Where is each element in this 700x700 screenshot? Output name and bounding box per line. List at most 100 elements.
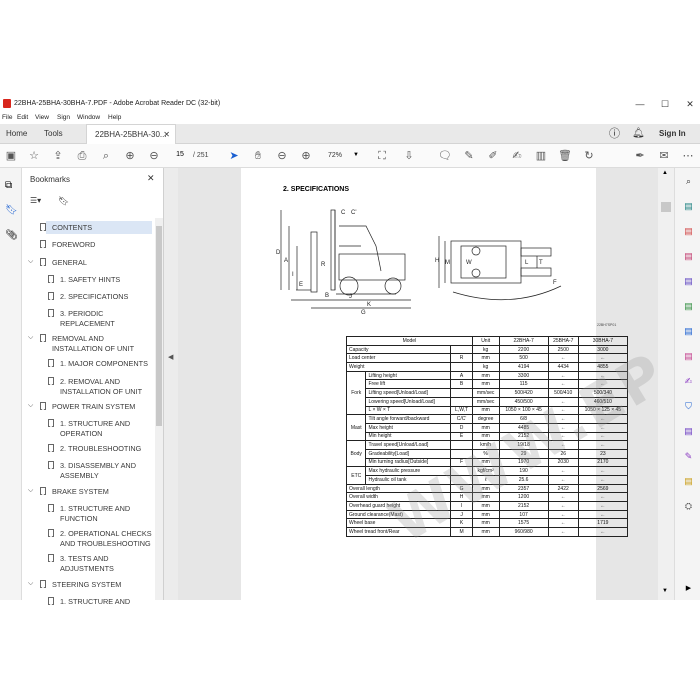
- expand-rail-icon[interactable]: ▶: [683, 583, 694, 594]
- menu-edit[interactable]: Edit: [17, 114, 28, 121]
- comment-tool-icon[interactable]: ✎: [683, 451, 694, 462]
- search-tool-icon[interactable]: ⌕: [683, 176, 694, 187]
- edit-pdf-icon[interactable]: ▤: [683, 251, 694, 262]
- redact-icon[interactable]: ▤: [683, 351, 694, 362]
- scroll-down-icon[interactable]: ▼: [662, 588, 668, 594]
- chevron-down-icon[interactable]: ⌵: [28, 334, 33, 342]
- bookmark-removal-installation-unit[interactable]: 2. REMOVAL AND INSTALLATION OF UNIT: [60, 377, 152, 397]
- collapse-panel-icon[interactable]: ◀: [168, 353, 173, 361]
- create-pdf-icon[interactable]: ▤: [683, 226, 694, 237]
- zoom-level-select[interactable]: 72%: [328, 152, 342, 159]
- rich-media-icon[interactable]: ▤: [683, 476, 694, 487]
- bookmarks-title: Bookmarks: [30, 175, 71, 184]
- more-tools-rail-icon[interactable]: ⛭: [683, 501, 694, 512]
- highlight-icon[interactable]: ✐: [486, 149, 500, 163]
- table-cell: mm: [471, 379, 500, 390]
- close-window-button[interactable]: ✕: [680, 97, 700, 111]
- comment-icon[interactable]: 🗨︎: [438, 149, 452, 163]
- attachments-icon[interactable]: 📎︎: [5, 230, 18, 241]
- bookmark-contents[interactable]: CONTENTS: [52, 223, 92, 233]
- menu-file[interactable]: File: [2, 114, 12, 121]
- delete-icon[interactable]: 🗑︎: [558, 149, 572, 163]
- upload-icon[interactable]: ⇪: [51, 149, 65, 163]
- find-bookmark-icon[interactable]: 🔖︎: [58, 196, 69, 207]
- bookmarks-scrollbar[interactable]: [155, 218, 163, 600]
- close-tab-icon[interactable]: ✕: [163, 125, 170, 145]
- scroll-up-icon[interactable]: ▲: [662, 170, 668, 176]
- send-review-icon[interactable]: ▤: [683, 326, 694, 337]
- chevron-down-icon[interactable]: ⌵: [28, 402, 33, 410]
- bookmark-safety-hints[interactable]: 1. SAFETY HINTS: [60, 275, 120, 285]
- menu-sign[interactable]: Sign: [57, 114, 70, 121]
- bookmark-power-train[interactable]: POWER TRAIN SYSTEM: [52, 402, 135, 412]
- stamp-icon[interactable]: ▥: [534, 149, 548, 163]
- chevron-down-icon[interactable]: ⌵: [28, 487, 33, 495]
- zoom-out-icon[interactable]: ⊖: [275, 149, 289, 163]
- menu-window[interactable]: Window: [77, 114, 100, 121]
- bookmark-removal-installation[interactable]: REMOVAL AND INSTALLATION OF UNIT: [52, 334, 144, 354]
- bookmark-troubleshooting[interactable]: 2. TROUBLESHOOTING: [60, 444, 141, 454]
- tab-home[interactable]: Home: [6, 124, 27, 144]
- panel-splitter[interactable]: ◀: [164, 168, 178, 600]
- page-thumbnails-icon[interactable]: ⧉: [5, 180, 12, 191]
- bookmark-operational-checks[interactable]: 2. OPERATIONAL CHECKS AND TROUBLESHOOTIN…: [60, 529, 154, 549]
- bookmark-icon: [48, 377, 54, 385]
- chevron-down-icon[interactable]: ⌵: [28, 258, 33, 266]
- chevron-down-icon[interactable]: ▼: [353, 152, 359, 158]
- protect-icon[interactable]: ⛉: [683, 401, 694, 412]
- fill-sign-tool-icon[interactable]: ✍︎: [683, 376, 694, 387]
- notifications-bell-icon[interactable]: 🔔︎: [632, 124, 645, 144]
- bookmark-options-icon[interactable]: ☰▾: [30, 196, 41, 205]
- bookmark-specifications[interactable]: 2. SPECIFICATIONS: [60, 292, 128, 302]
- help-icon[interactable]: ⓘ: [609, 124, 620, 144]
- sign-in-button[interactable]: Sign In: [659, 124, 686, 144]
- rotate-icon[interactable]: ↻: [582, 149, 596, 163]
- pen-icon[interactable]: ✎: [462, 149, 476, 163]
- maximize-button[interactable]: ☐: [655, 97, 675, 111]
- organize-pages-icon[interactable]: ▤: [683, 301, 694, 312]
- bookmark-major-components[interactable]: 1. MAJOR COMPONENTS: [60, 359, 148, 369]
- bookmark-brake-system[interactable]: BRAKE SYSTEM: [52, 487, 109, 497]
- bookmark-disassembly-assembly[interactable]: 3. DISASSEMBLY AND ASSEMBLY: [60, 461, 150, 481]
- bookmark-foreword[interactable]: FOREWORD: [52, 240, 95, 250]
- previous-page-icon[interactable]: ⊕: [123, 149, 137, 163]
- bookmark-periodic-replacement[interactable]: 3. PERIODIC REPLACEMENT: [60, 309, 132, 329]
- print-icon[interactable]: ⎙: [75, 149, 89, 163]
- menu-view[interactable]: View: [35, 114, 49, 121]
- export-pdf-icon[interactable]: ▤: [683, 201, 694, 212]
- more-tools-icon[interactable]: ⋯: [681, 149, 695, 163]
- tab-tools[interactable]: Tools: [44, 124, 63, 144]
- sign-icon[interactable]: ✍︎: [510, 149, 524, 163]
- fill-sign-icon[interactable]: ✒: [633, 149, 647, 163]
- next-page-icon[interactable]: ⊖: [147, 149, 161, 163]
- tab-document[interactable]: 22BHA-25BHA-30... ✕: [86, 124, 176, 144]
- scroll-mode-icon[interactable]: ⇩: [402, 149, 416, 163]
- bookmark-star-icon[interactable]: ☆: [27, 149, 41, 163]
- minimize-button[interactable]: —: [630, 97, 650, 111]
- request-signature-icon[interactable]: ▤: [683, 426, 694, 437]
- document-scrollbar[interactable]: ▲ ▼: [658, 168, 674, 600]
- bookmarks-scroll-thumb[interactable]: [156, 226, 162, 426]
- select-cursor-icon[interactable]: ➤: [227, 149, 241, 163]
- table-cell: 500/420: [498, 388, 549, 398]
- bookmark-tests-adjustments[interactable]: 3. TESTS AND ADJUSTMENTS: [60, 554, 140, 574]
- combine-files-icon[interactable]: ▤: [683, 276, 694, 287]
- bookmark-icon: [48, 554, 54, 562]
- zoom-in-icon[interactable]: ⊕: [299, 149, 313, 163]
- bookmark-structure-function[interactable]: 1. STRUCTURE AND FUNCTION: [60, 504, 142, 524]
- chevron-down-icon[interactable]: ⌵: [28, 580, 33, 588]
- bookmark-steering-structure[interactable]: 1. STRUCTURE AND: [60, 597, 130, 607]
- bookmarks-panel-icon[interactable]: 🔖︎: [5, 205, 18, 216]
- menu-help[interactable]: Help: [108, 114, 121, 121]
- document-scroll-thumb[interactable]: [661, 202, 671, 212]
- page-fit-icon[interactable]: ⛶: [375, 149, 389, 163]
- page-number-input[interactable]: 15: [171, 149, 189, 162]
- close-panel-icon[interactable]: ✕: [147, 173, 155, 184]
- bookmark-steering-system[interactable]: STEERING SYSTEM: [52, 580, 121, 590]
- bookmark-structure-operation[interactable]: 1. STRUCTURE AND OPERATION: [60, 419, 142, 439]
- save-icon[interactable]: ▣: [4, 149, 18, 163]
- bookmark-general[interactable]: GENERAL: [52, 258, 87, 268]
- email-icon[interactable]: ✉: [657, 149, 671, 163]
- search-icon[interactable]: ⌕: [99, 149, 113, 163]
- hand-tool-icon[interactable]: ✋︎: [251, 149, 265, 163]
